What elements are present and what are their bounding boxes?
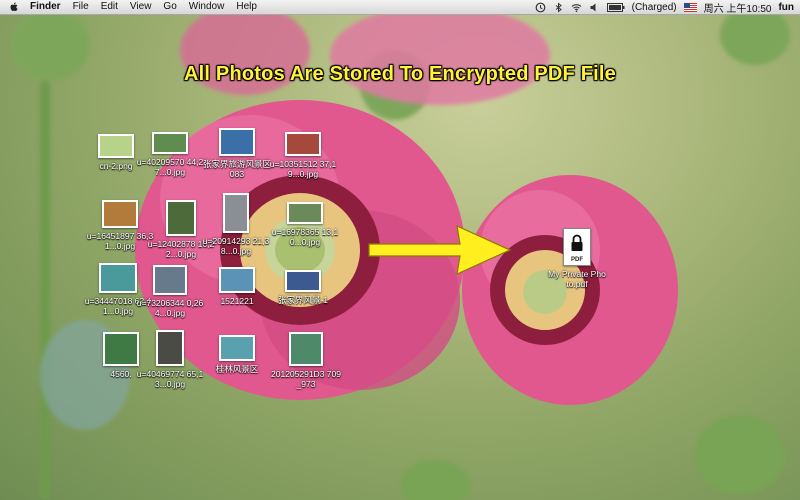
file-thumbnail — [223, 193, 249, 233]
right-poppy — [462, 175, 678, 405]
file-thumbnail — [152, 132, 188, 154]
pdf-file[interactable]: PDF My Private Photo.pdf — [548, 228, 606, 289]
file-name: 1521221 — [220, 296, 254, 306]
desktop-file[interactable]: u=40209570 44,27...0.jpg — [135, 132, 205, 177]
file-name: u=10351512 37,19...0.jpg — [269, 159, 337, 179]
pdf-file-name: My Private Photo.pdf — [548, 269, 606, 289]
apple-menu-icon[interactable] — [8, 1, 20, 13]
file-name: u=20914293 21,38...0.jpg — [202, 236, 270, 256]
file-thumbnail — [98, 134, 134, 158]
file-thumbnail — [156, 330, 184, 366]
file-thumbnail — [285, 132, 321, 156]
desktop-file[interactable]: u=40469774 65,13...0.jpg — [135, 330, 205, 389]
menu-file[interactable]: File — [73, 0, 89, 14]
timemachine-icon[interactable] — [535, 2, 546, 13]
battery-icon[interactable] — [606, 2, 625, 12]
pdf-label: PDF — [571, 257, 583, 263]
menu-go[interactable]: Go — [163, 0, 176, 14]
file-thumbnail — [219, 128, 255, 156]
clock[interactable]: 周六 上午10:50 — [704, 0, 772, 15]
file-thumbnail — [289, 332, 323, 366]
menu-help[interactable]: Help — [236, 0, 257, 14]
desktop-file[interactable]: 张家界旅游风景区083 — [202, 128, 272, 179]
file-name: u=40469774 65,13...0.jpg — [136, 369, 204, 389]
desktop-file[interactable]: u=16978365 13,10...0.jpg — [270, 202, 340, 247]
desktop-file[interactable]: u=10351512 37,19...0.jpg — [268, 132, 338, 179]
bg-bud-bottom-right — [695, 415, 785, 495]
file-name: u=16451897 36,31...0.jpg — [86, 231, 154, 251]
menu-edit[interactable]: Edit — [101, 0, 118, 14]
arrow-right-icon — [368, 224, 512, 276]
desktop-file[interactable]: u=16451897 36,31...0.jpg — [85, 200, 155, 251]
user-name[interactable]: fun — [778, 2, 794, 13]
desktop-file[interactable]: 张家界风景-1 — [268, 270, 338, 305]
desktop-file[interactable]: 桂林风景区 — [202, 335, 272, 374]
file-thumbnail — [102, 200, 138, 228]
menu-window[interactable]: Window — [189, 0, 225, 14]
file-thumbnail — [99, 263, 137, 293]
file-thumbnail — [166, 200, 196, 236]
desktop-file[interactable]: 201205291D3 709_973 — [271, 332, 341, 389]
file-thumbnail — [287, 202, 323, 224]
pdf-document-icon: PDF — [563, 228, 591, 266]
bg-stem-left — [40, 80, 50, 500]
menu-finder[interactable]: Finder — [30, 0, 61, 14]
menu-view[interactable]: View — [130, 0, 152, 14]
lock-icon — [571, 234, 583, 251]
bluetooth-icon[interactable] — [553, 1, 564, 13]
bg-bud-bottom-mid — [400, 460, 470, 500]
file-name: 201205291D3 709_973 — [271, 369, 341, 389]
file-thumbnail — [219, 267, 255, 293]
menu-bar: Finder File Edit View Go Window Help (Ch… — [0, 0, 800, 15]
file-thumbnail — [219, 335, 255, 361]
status-area: (Charged) 周六 上午10:50 fun — [535, 0, 794, 15]
file-name: u=73206344 0,264...0.jpg — [136, 298, 204, 318]
file-thumbnail — [103, 332, 139, 366]
desktop-file[interactable]: u=20914293 21,38...0.jpg — [201, 193, 271, 256]
file-name: 张家界风景-1 — [277, 295, 329, 305]
desktop-file[interactable]: u=73206344 0,264...0.jpg — [135, 265, 205, 318]
file-name: u=40209570 44,27...0.jpg — [136, 157, 204, 177]
us-flag-icon[interactable] — [683, 2, 697, 12]
file-thumbnail — [285, 270, 321, 292]
file-name: 桂林风景区 — [215, 364, 259, 374]
volume-icon[interactable] — [589, 2, 600, 13]
file-name: 张家界旅游风景区083 — [202, 159, 271, 179]
file-name: u=16978365 13,10...0.jpg — [271, 227, 339, 247]
battery-status: (Charged) — [631, 1, 677, 13]
file-thumbnail — [153, 265, 187, 295]
desktop-file[interactable]: 1521221 — [202, 267, 272, 306]
headline-banner: All Photos Are Stored To Encrypted PDF F… — [184, 63, 616, 85]
wifi-icon[interactable] — [571, 2, 582, 13]
